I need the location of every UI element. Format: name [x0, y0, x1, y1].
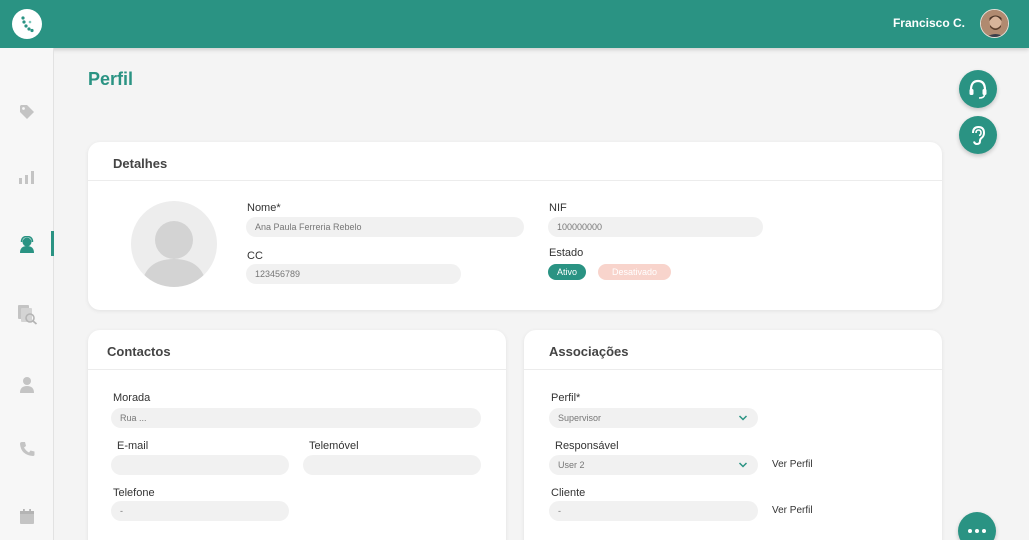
avatar-photo-icon: [981, 10, 1008, 37]
nome-field[interactable]: Ana Paula Ferreria Rebelo: [246, 217, 524, 237]
sidebar-item-calls[interactable]: [0, 433, 54, 465]
logo-icon: [21, 16, 34, 33]
detalhes-card: Detalhes Nome* Ana Paula Ferreria Rebelo…: [88, 142, 942, 310]
telefone-label: Telefone: [113, 487, 155, 499]
sidebar-nav: [0, 48, 54, 540]
sidebar-item-tags[interactable]: [0, 96, 54, 128]
responsavel-select[interactable]: User 2: [549, 455, 758, 475]
cc-label: CC: [247, 250, 263, 262]
contactos-card: Contactos Morada Rua ... E-mail Telemóve…: [88, 330, 506, 540]
associacoes-card: Associações Perfil* Supervisor Responsáv…: [524, 330, 942, 540]
chevron-down-icon: [738, 462, 748, 468]
contactos-title: Contactos: [107, 344, 171, 359]
listen-ear-button[interactable]: [959, 116, 997, 154]
nome-label: Nome*: [247, 202, 281, 214]
estado-label: Estado: [549, 247, 584, 259]
calendar-icon: [20, 508, 34, 524]
nif-label: NIF: [549, 202, 567, 214]
user-icon: [20, 376, 34, 393]
page-title: Perfil: [88, 69, 134, 89]
estado-ativo-toggle[interactable]: Ativo: [548, 264, 586, 280]
associacoes-title: Associações: [549, 344, 629, 359]
user-avatar[interactable]: [980, 9, 1009, 38]
headset-icon: [969, 79, 987, 99]
email-field[interactable]: [111, 455, 289, 475]
top-bar: Francisco C.: [0, 0, 1029, 48]
telefone-field[interactable]: -: [111, 501, 289, 521]
agent-icon: [20, 235, 34, 253]
morada-label: Morada: [113, 392, 151, 404]
tag-icon: [20, 105, 34, 119]
ver-perfil-responsavel-link[interactable]: Ver Perfil: [772, 459, 813, 470]
card-divider: [524, 369, 942, 370]
phone-icon: [20, 442, 35, 456]
bar-chart-icon: [19, 171, 34, 184]
ver-perfil-cliente-link[interactable]: Ver Perfil: [772, 505, 813, 516]
perfil-select-value: Supervisor: [558, 413, 602, 423]
more-dots-icon: [968, 529, 986, 533]
document-search-icon: [18, 305, 38, 325]
responsavel-label: Responsável: [555, 440, 619, 452]
ear-icon: [972, 125, 986, 146]
detalhes-title: Detalhes: [113, 156, 168, 171]
morada-field[interactable]: Rua ...: [111, 408, 481, 428]
profile-picture[interactable]: [131, 201, 217, 287]
sidebar-item-stats[interactable]: [0, 161, 54, 193]
app-logo[interactable]: [12, 9, 42, 39]
estado-desativado-toggle[interactable]: Desativado: [598, 264, 671, 280]
sidebar-item-documents[interactable]: [0, 298, 54, 330]
sidebar-item-users[interactable]: [0, 368, 54, 400]
chevron-down-icon: [738, 415, 748, 421]
perfil-label: Perfil*: [551, 392, 581, 404]
responsavel-select-value: User 2: [558, 460, 585, 470]
more-options-button[interactable]: [958, 512, 996, 540]
user-name[interactable]: Francisco C.: [893, 16, 965, 30]
card-divider: [88, 180, 942, 181]
sidebar-item-agents[interactable]: [0, 228, 54, 260]
card-divider: [88, 369, 506, 370]
telemovel-field[interactable]: [303, 455, 481, 475]
cliente-label: Cliente: [551, 487, 586, 499]
email-label: E-mail: [117, 440, 149, 452]
perfil-select[interactable]: Supervisor: [549, 408, 758, 428]
telemovel-label: Telemóvel: [309, 440, 359, 452]
sidebar-item-calendar[interactable]: [0, 500, 54, 532]
cc-field[interactable]: 123456789: [246, 264, 461, 284]
cliente-field[interactable]: -: [549, 501, 758, 521]
support-headset-button[interactable]: [959, 70, 997, 108]
user-placeholder-icon: [141, 221, 207, 287]
nif-field[interactable]: 100000000: [548, 217, 763, 237]
